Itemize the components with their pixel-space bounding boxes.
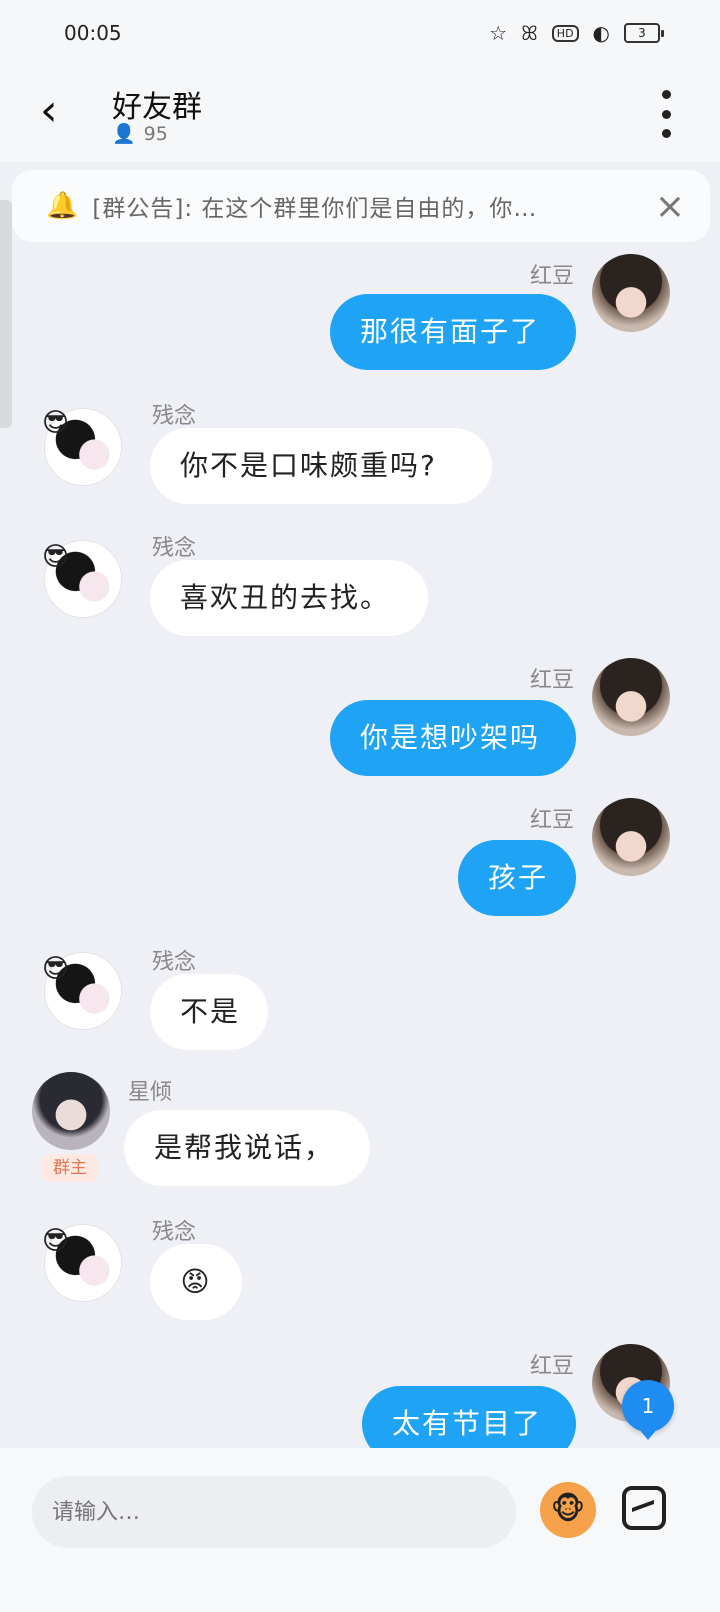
- avatar[interactable]: [592, 254, 670, 332]
- fish-icon: ◐: [592, 21, 610, 45]
- chat-header: ‹ 好友群 👤 95: [0, 66, 720, 162]
- emoji-icon[interactable]: 🐵: [540, 1482, 596, 1538]
- message-bubble[interactable]: 你是想吵架吗: [330, 700, 576, 776]
- sunglasses-emoji-icon: 😎: [42, 408, 70, 438]
- star-icon: ☆: [489, 21, 508, 45]
- message-input[interactable]: [32, 1476, 516, 1548]
- message-bubble[interactable]: 孩子: [458, 840, 576, 916]
- bell-icon: 🔔: [46, 191, 79, 221]
- image-icon[interactable]: [622, 1486, 666, 1530]
- sender-name: 星倾: [128, 1080, 173, 1105]
- group-notice[interactable]: 🔔 [群公告]: 在这个群里你们是自由的，你… ×: [12, 170, 710, 242]
- sunglasses-emoji-icon: 😎: [42, 954, 70, 984]
- sender-name: 残念: [152, 404, 197, 429]
- member-count: 👤 95: [112, 122, 168, 146]
- butterfly-icon: ꕤ: [521, 21, 538, 45]
- sender-name: 残念: [152, 536, 197, 561]
- group-title: 好友群: [112, 90, 202, 125]
- status-bar: 00:05 ☆ ꕤ HD ◐ 3: [0, 0, 720, 66]
- owner-badge: 群主: [42, 1154, 98, 1182]
- more-options-icon[interactable]: [656, 90, 676, 138]
- back-icon[interactable]: ‹: [40, 88, 76, 138]
- sender-name: 红豆: [530, 808, 575, 833]
- message-bubble[interactable]: 是帮我说话，: [124, 1110, 370, 1186]
- hd-icon: HD: [551, 24, 579, 42]
- sunglasses-emoji-icon: 😎: [42, 1226, 70, 1256]
- sunglasses-emoji-icon: 😎: [42, 542, 70, 572]
- unread-badge[interactable]: 1: [622, 1380, 674, 1440]
- message-bubble[interactable]: 那很有面子了: [330, 294, 576, 370]
- person-icon: 👤: [112, 123, 136, 145]
- sender-name: 红豆: [530, 1354, 575, 1379]
- message-bubble[interactable]: 不是: [150, 974, 268, 1050]
- sender-name: 红豆: [530, 668, 575, 693]
- battery-icon: 3: [624, 23, 664, 43]
- sender-name: 残念: [152, 1220, 197, 1245]
- avatar[interactable]: [592, 658, 670, 736]
- close-icon[interactable]: ×: [650, 186, 690, 227]
- member-count-value: 95: [143, 122, 168, 145]
- avatar[interactable]: [32, 1072, 110, 1150]
- notice-text: [群公告]: 在这个群里你们是自由的，你…: [92, 196, 538, 222]
- avatar[interactable]: [592, 798, 670, 876]
- sender-name: 残念: [152, 950, 197, 975]
- input-bar: 🐵: [0, 1448, 720, 1612]
- status-icons: ☆ ꕤ HD ◐ 3: [489, 21, 664, 45]
- status-time: 00:05: [64, 21, 122, 45]
- sender-name: 红豆: [530, 264, 575, 289]
- message-bubble[interactable]: 你不是口味颇重吗?: [150, 428, 492, 504]
- message-bubble[interactable]: 😡: [150, 1244, 242, 1320]
- scrollbar[interactable]: [0, 200, 12, 428]
- message-bubble[interactable]: 喜欢丑的去找。: [150, 560, 428, 636]
